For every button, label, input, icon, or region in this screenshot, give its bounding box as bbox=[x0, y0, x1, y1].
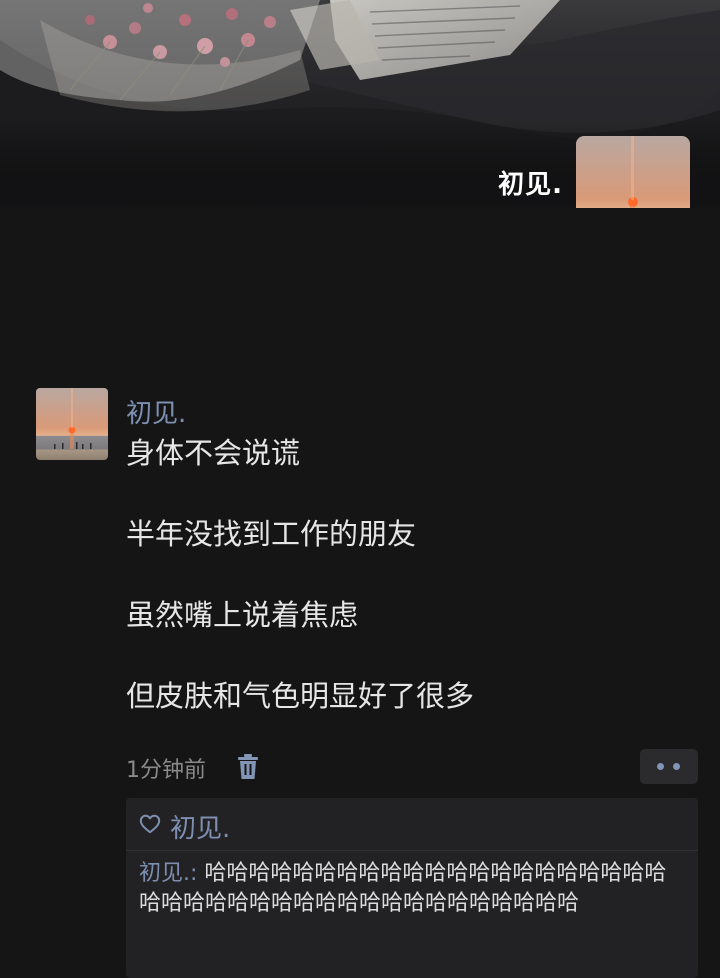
heart-outline-icon bbox=[139, 814, 161, 834]
post-text-line: 但皮肤和气色明显好了很多 bbox=[126, 679, 475, 713]
panel-divider bbox=[126, 850, 698, 851]
post-text-line: 虽然嘴上说着焦虑 bbox=[126, 598, 359, 632]
sunset-avatar-image bbox=[36, 388, 108, 460]
comment-item[interactable]: 初见.: 哈哈哈哈哈哈哈哈哈哈哈哈哈哈哈哈哈哈哈哈哈哈哈哈哈哈哈哈哈哈哈哈哈哈哈… bbox=[139, 859, 684, 919]
trash-icon bbox=[238, 754, 258, 779]
post-author-name[interactable]: 初见. bbox=[126, 393, 186, 430]
profile-cover[interactable]: 初见. bbox=[0, 0, 720, 208]
delete-post-button[interactable] bbox=[236, 754, 260, 780]
post-timestamp: 1分钟前 bbox=[126, 758, 206, 783]
post-text-line: 半年没找到工作的朋友 bbox=[126, 517, 417, 551]
post-content: 身体不会说谎 半年没找到工作的朋友 虽然嘴上说着焦虑 但皮肤和气色明显好了很多 bbox=[126, 433, 686, 716]
more-dots-icon bbox=[657, 763, 664, 770]
post-text-line: 身体不会说谎 bbox=[126, 436, 301, 470]
more-dots-icon bbox=[673, 763, 680, 770]
interactions-panel: 初见. 初见.: 哈哈哈哈哈哈哈哈哈哈哈哈哈哈哈哈哈哈哈哈哈哈哈哈哈哈哈哈哈哈哈… bbox=[126, 798, 698, 978]
more-actions-button[interactable] bbox=[640, 749, 698, 784]
comment-text: 哈哈哈哈哈哈哈哈哈哈哈哈哈哈哈哈哈哈哈哈哈哈哈哈哈哈哈哈哈哈哈哈哈哈哈哈哈哈哈哈… bbox=[139, 861, 667, 916]
sunset-avatar-image bbox=[576, 136, 690, 208]
cover-avatar[interactable] bbox=[576, 136, 690, 208]
cover-username: 初见. bbox=[498, 170, 563, 200]
comment-author[interactable]: 初见. bbox=[139, 861, 190, 886]
likes-row: 初见. bbox=[126, 798, 698, 849]
comment-separator: : bbox=[190, 861, 205, 886]
post-author-avatar[interactable] bbox=[36, 388, 108, 460]
like-user-name[interactable]: 初见. bbox=[170, 808, 230, 845]
